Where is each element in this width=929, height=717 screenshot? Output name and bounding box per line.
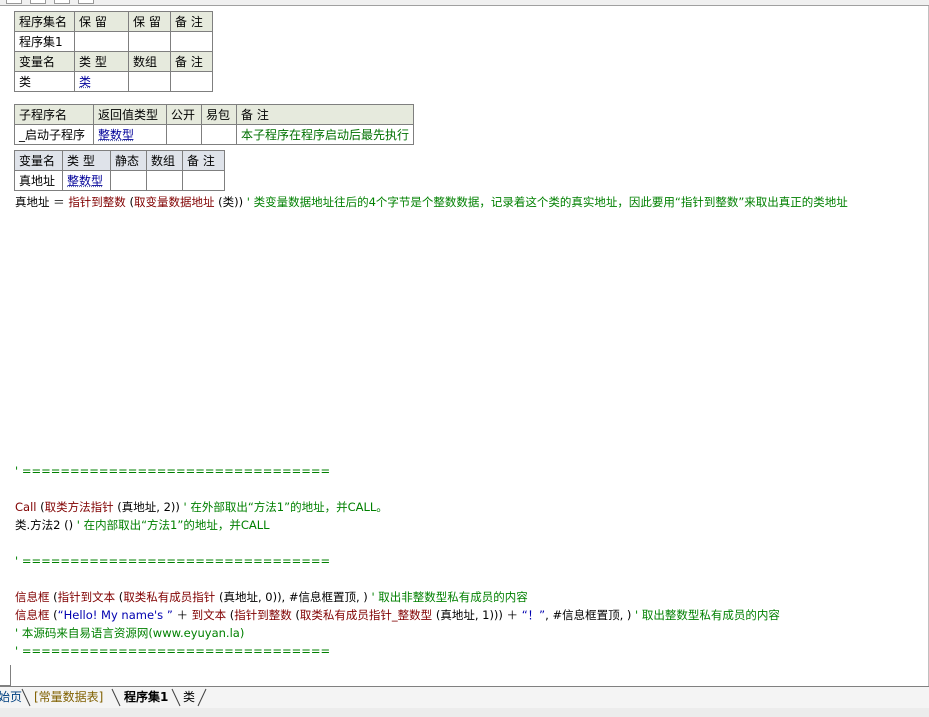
code-token: 类.方法2 () [15, 518, 77, 532]
col-header: 易包 [201, 104, 237, 125]
document-tab-bar: 始页 [常量数据表] 程序集1 类 [0, 686, 929, 709]
code-token: 指针到整数 [234, 608, 292, 622]
var-type-cell[interactable]: 类 [74, 71, 129, 92]
code-comment: ' 在外部取出“方法1”的地址，并CALL。 [183, 500, 388, 514]
code-comment: ' 取出整数型私有成员的内容 [635, 608, 780, 622]
separator-comment[interactable]: ' ================================ [15, 643, 330, 660]
assembly-table: 程序集名 保 留 保 留 备 注 程序集1 变量名 类 型 数组 备 注 类 类 [14, 11, 213, 92]
code-comment: ' 取出非整数型私有成员的内容 [371, 590, 528, 604]
col-header: 保 留 [74, 11, 129, 32]
sub-note-cell[interactable]: 本子程序在程序启动后最先执行 [235, 124, 415, 145]
cell[interactable] [170, 31, 213, 52]
code-token: ( [49, 590, 58, 604]
col-header: 备 注 [235, 104, 415, 125]
col-header: 保 留 [128, 11, 171, 32]
cell[interactable] [128, 71, 171, 92]
tab-class[interactable]: 类 [183, 689, 195, 706]
toolbar-button[interactable] [6, 0, 22, 4]
code-token: 真地址 [15, 195, 50, 209]
tab-assembly-1[interactable]: 程序集1 [124, 689, 168, 706]
local-var-table: 变量名 类 型 静态 数组 备 注 真地址 整数型 [14, 150, 225, 191]
separator-comment[interactable]: ' ================================ [15, 553, 330, 570]
sub-name-cell[interactable]: _启动子程序 [14, 124, 94, 145]
code-token: 取类私有成员指针 [123, 590, 216, 604]
scroll-corner [0, 665, 11, 686]
tab-constant-table[interactable]: [常量数据表] [34, 689, 103, 706]
subroutine-table: 子程序名 返回值类型 公开 易包 备 注 _启动子程序 整数型 本子程序在程序启… [14, 104, 415, 145]
code-token: (真地址, 2)) [113, 500, 184, 514]
cell[interactable] [201, 124, 237, 145]
col-header: 类 型 [62, 150, 111, 171]
code-token: 取变量数据地址 [133, 195, 215, 209]
code-string: “Hello! My name's ” [57, 608, 173, 622]
code-token: 取类方法指针 [44, 500, 114, 514]
code-string: “！” [521, 608, 546, 622]
code-token: (真地址, 1))) ＋ [432, 608, 522, 622]
code-token: 信息框 [15, 590, 50, 604]
col-header: 变量名 [14, 51, 75, 72]
cell[interactable] [146, 170, 183, 191]
col-header: 类 型 [74, 51, 129, 72]
var-type-cell[interactable]: 整数型 [62, 170, 111, 191]
assembly-name-cell[interactable]: 程序集1 [14, 31, 75, 52]
code-comment: ' 类变量数据地址往后的4个字节是个整数数据，记录着这个类的真实地址，因此要用“… [246, 195, 848, 209]
source-comment[interactable]: ' 本源码来自易语言资源网(www.eyuyan.la) [15, 625, 244, 642]
col-header: 子程序名 [14, 104, 94, 125]
code-line-assign[interactable]: 真地址 ＝ 指针到整数 (取变量数据地址 (类)) ' 类变量数据地址往后的4个… [15, 194, 848, 211]
code-token: 指针到整数 [68, 195, 126, 209]
cell[interactable] [170, 71, 213, 92]
var-name-cell[interactable]: 类 [14, 71, 75, 92]
cell[interactable] [74, 31, 129, 52]
code-token: ( [36, 500, 45, 514]
tab-start-page[interactable]: 始页 [0, 689, 22, 706]
code-line-call[interactable]: Call (取类方法指针 (真地址, 2)) ' 在外部取出“方法1”的地址，并… [15, 499, 388, 516]
code-token: (类)) [214, 195, 247, 209]
separator-comment[interactable]: ' ================================ [15, 463, 330, 480]
var-name-cell[interactable]: 真地址 [14, 170, 63, 191]
col-header: 备 注 [170, 51, 213, 72]
code-token: 到文本 [191, 608, 227, 622]
code-comment: ' 在内部取出“方法1”的地址，并CALL [76, 518, 270, 532]
code-token: ( [125, 195, 134, 209]
code-token: ( [291, 608, 300, 622]
code-token: 指针到文本 [57, 590, 116, 604]
return-type-cell[interactable]: 整数型 [93, 124, 167, 145]
status-strip [0, 708, 929, 717]
code-token: ＝ [49, 195, 69, 209]
code-token: ( [49, 608, 58, 622]
toolbar-button[interactable] [54, 0, 70, 4]
cell[interactable] [128, 31, 171, 52]
code-token: ＋ [172, 608, 192, 622]
col-header: 数组 [128, 51, 171, 72]
cell[interactable] [166, 124, 202, 145]
code-token: 取类私有成员指针_整数型 [299, 608, 433, 622]
code-line-method[interactable]: 类.方法2 () ' 在内部取出“方法1”的地址，并CALL [15, 517, 270, 534]
code-token: , #信息框置顶, ) [545, 608, 636, 622]
col-header: 静态 [110, 150, 147, 171]
col-header: 变量名 [14, 150, 63, 171]
col-header: 备 注 [182, 150, 225, 171]
code-token: (真地址, 0)), #信息框置顶, ) [215, 590, 372, 604]
col-header: 公开 [166, 104, 202, 125]
toolbar-button[interactable] [30, 0, 46, 4]
cell[interactable] [110, 170, 147, 191]
code-line-msgbox-2[interactable]: 信息框 (“Hello! My name's ” ＋ 到文本 (指针到整数 (取… [15, 607, 780, 624]
col-header: 程序集名 [14, 11, 75, 32]
cell[interactable] [182, 170, 225, 191]
col-header: 数组 [146, 150, 183, 171]
col-header: 备 注 [170, 11, 213, 32]
top-toolbar-strip [0, 0, 929, 6]
col-header: 返回值类型 [93, 104, 167, 125]
code-token: Call [15, 500, 37, 514]
code-line-msgbox-1[interactable]: 信息框 (指针到文本 (取类私有成员指针 (真地址, 0)), #信息框置顶, … [15, 589, 528, 606]
toolbar-button[interactable] [78, 0, 94, 4]
code-token: 信息框 [15, 608, 50, 622]
